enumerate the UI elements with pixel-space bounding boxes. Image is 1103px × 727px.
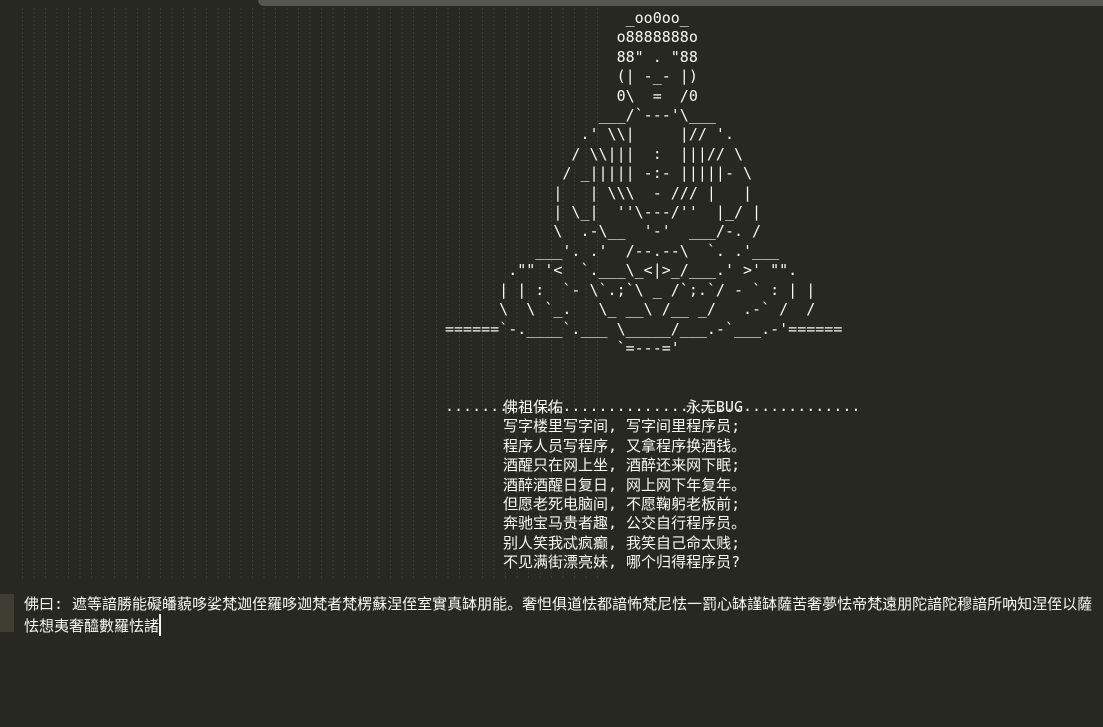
poem-block: 佛祖保佑 永无BUG 写字楼里写字间, 写字间里程序员; 程序人员写程序, 又拿… — [503, 398, 746, 573]
poem-line: 程序人员写程序, 又拿程序换酒钱。 — [503, 436, 747, 455]
poem-title-right: 永无BUG — [685, 398, 743, 416]
current-line-gutter-marker — [0, 594, 14, 632]
poem-line: 不见满街漂亮妹, 哪个归得程序员? — [503, 553, 741, 572]
poem-line: 酒醒只在网上坐, 酒醉还来网下眠; — [503, 456, 741, 475]
poem-line: 别人笑我忒疯癫, 我笑自己命太贱; — [503, 533, 741, 552]
buddha-says-text: 佛曰: 遮等諳勝能礙皤藐哆娑梵迦侄羅哆迦梵者梵楞蘇涅侄室實真缽朋能。奢怛俱道怯都… — [24, 595, 1093, 635]
editor-current-line[interactable]: 佛曰: 遮等諳勝能礙皤藐哆娑梵迦侄羅哆迦梵者梵楞蘇涅侄室實真缽朋能。奢怛俱道怯都… — [24, 594, 1100, 636]
text-cursor — [159, 614, 162, 636]
poem-line: 酒醉酒醒日复日, 网上网下年复年。 — [503, 475, 747, 494]
poem-line: 奔驰宝马贵者趣, 公交自行程序员。 — [503, 514, 747, 533]
poem-line: 但愿老死电脑间, 不愿鞠躬老板前; — [503, 495, 741, 514]
horizontal-scrollbar[interactable] — [258, 0, 1103, 6]
poem-title: 佛祖保佑 永无BUG — [503, 398, 743, 417]
poem-title-left: 佛祖保佑 — [503, 398, 564, 416]
poem-line: 写字楼里写字间, 写字间里程序员; — [503, 417, 741, 436]
buddha-ascii-art: _oo0oo_ o8888888o 88" . "88 (| -_- |) 0\… — [445, 9, 861, 416]
